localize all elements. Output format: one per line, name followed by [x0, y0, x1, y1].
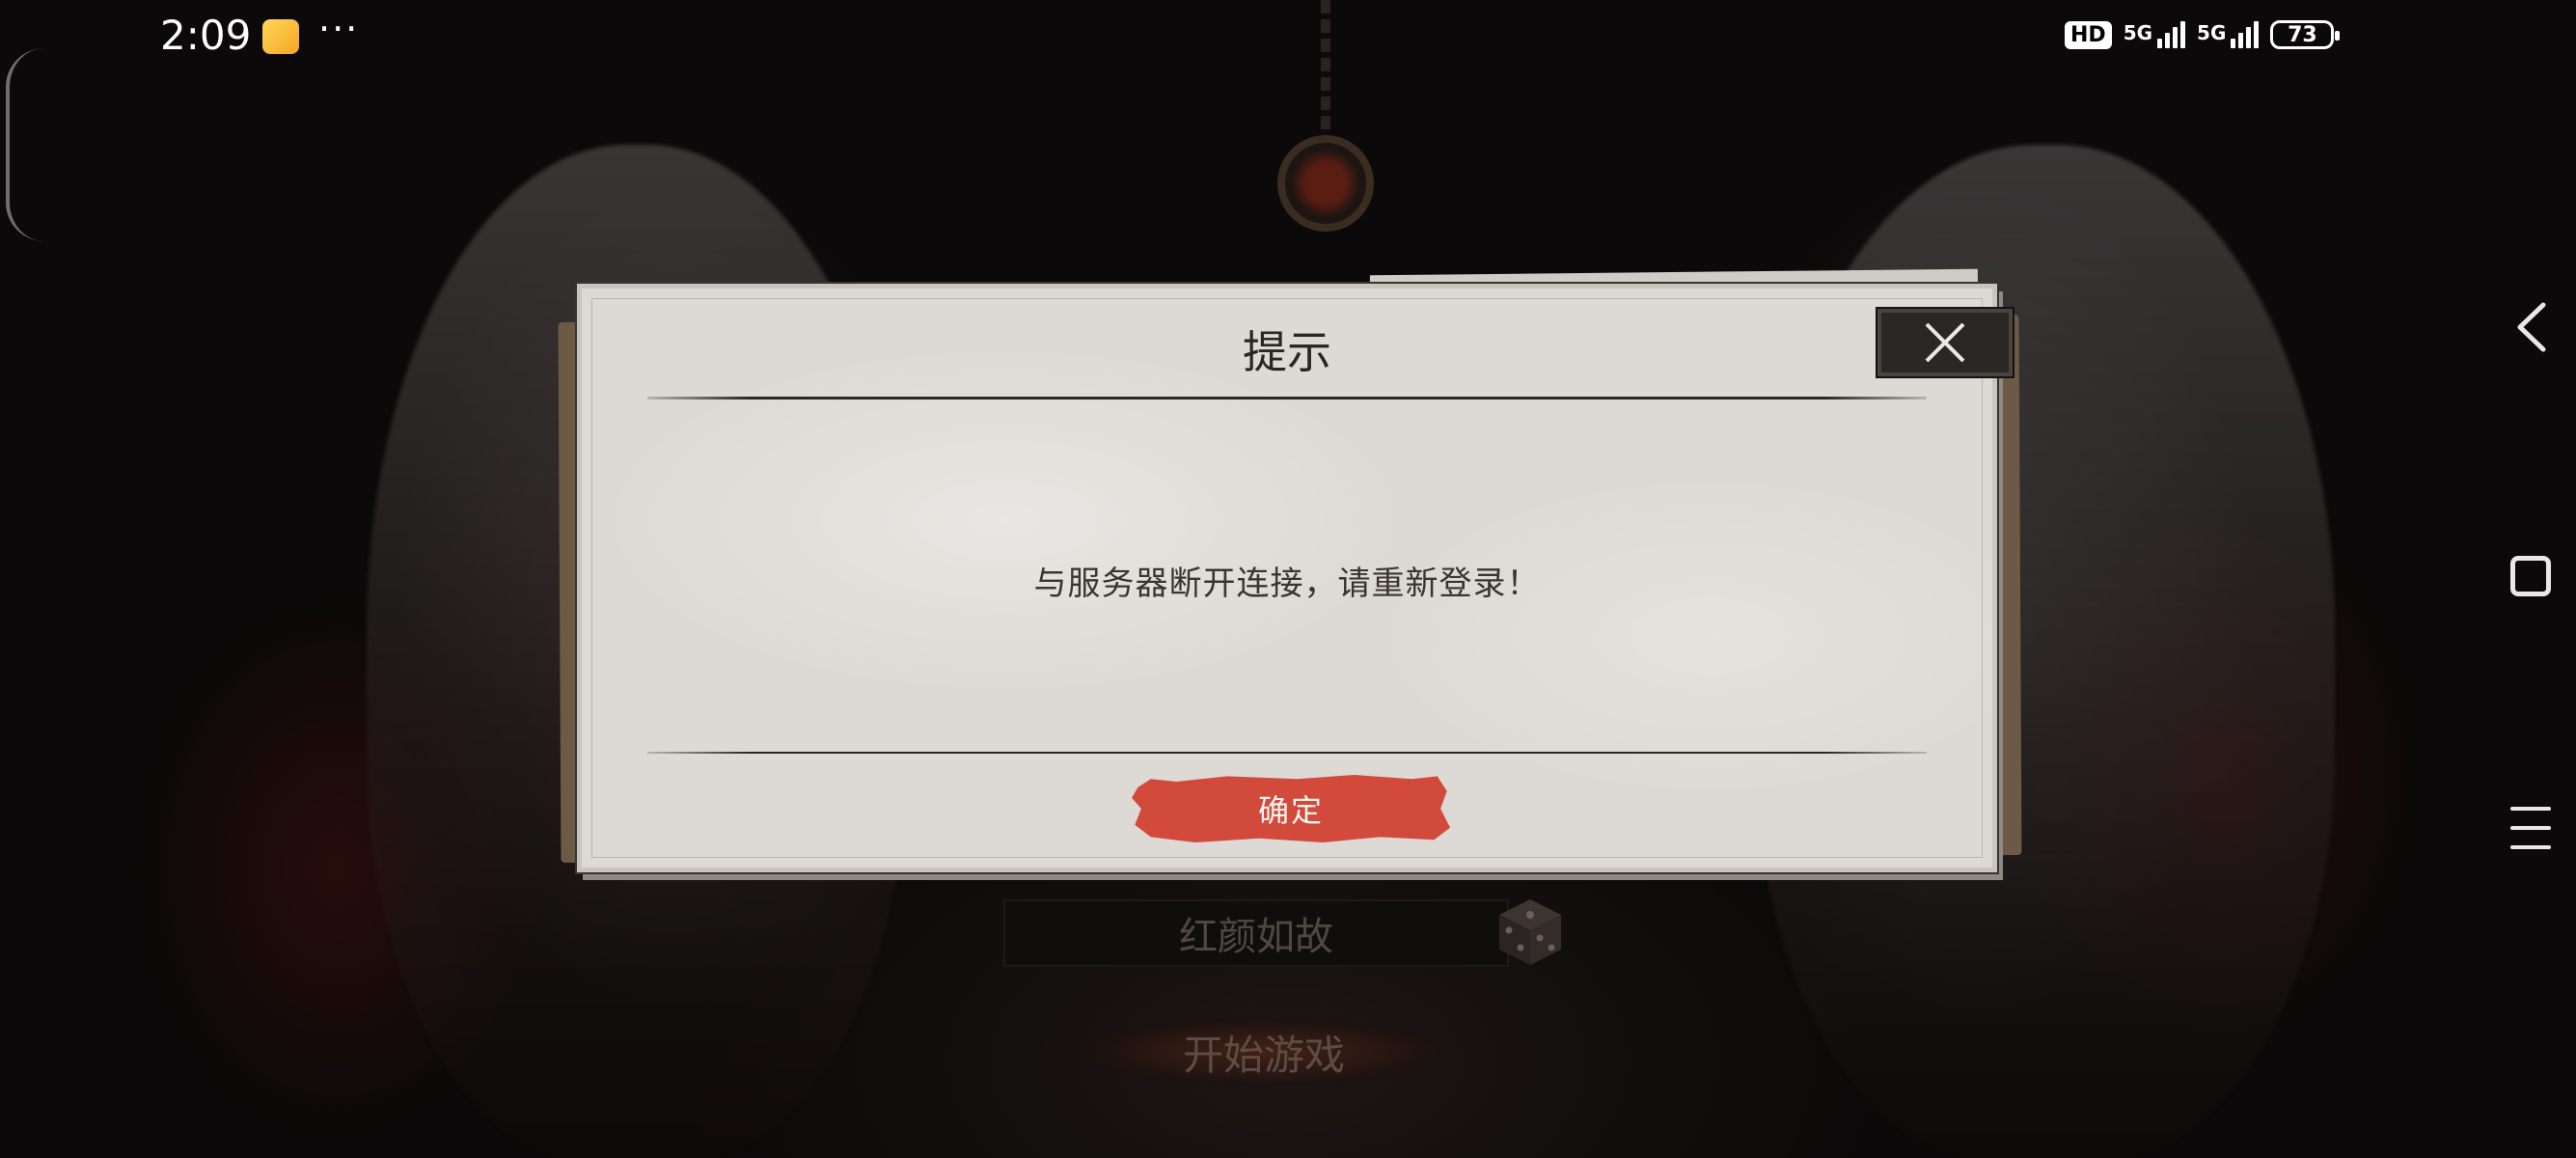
status-icons: HD 5G 5G 73 — [2065, 15, 2341, 54]
hanging-ornament — [1277, 135, 1374, 232]
notification-app-icon — [262, 19, 299, 54]
more-notifications-icon: ··· — [318, 8, 360, 50]
screen-edge-arc — [6, 48, 48, 241]
dice-icon[interactable] — [1497, 897, 1563, 967]
menu-icon[interactable] — [2510, 807, 2551, 849]
server-select[interactable]: 红颜如故 — [1003, 899, 1509, 967]
signal-icon-2: 5G — [2197, 21, 2260, 48]
footer-divider — [647, 752, 1927, 754]
confirm-label: 确定 — [1257, 792, 1324, 829]
battery-icon: 73 — [2270, 20, 2341, 49]
dialog-message: 与服务器断开连接，请重新登录！ — [1033, 565, 1541, 603]
home-icon[interactable] — [2510, 556, 2551, 596]
confirm-button[interactable]: 确定 — [1132, 775, 1450, 842]
start-game-label: 开始游戏 — [1182, 1031, 1345, 1079]
close-icon — [1925, 322, 1965, 363]
alert-dialog: 提示 与服务器断开连接，请重新登录！ 确定 — [577, 284, 1997, 872]
network-type-2: 5G — [2197, 21, 2227, 44]
signal-icon-1: 5G — [2123, 21, 2186, 48]
dialog-title: 提示 — [1243, 326, 1331, 378]
server-name: 红颜如故 — [1179, 915, 1333, 959]
battery-level: 73 — [2288, 22, 2317, 47]
back-icon[interactable] — [2512, 301, 2551, 353]
hd-voice-badge: HD — [2065, 20, 2112, 49]
start-game-button[interactable]: 开始游戏 — [1023, 1004, 1505, 1100]
hanging-chain — [1321, 0, 1330, 135]
close-button[interactable] — [1877, 309, 2013, 376]
title-divider — [647, 397, 1927, 400]
status-time: 2:09 — [160, 12, 252, 59]
network-type-1: 5G — [2123, 21, 2153, 44]
